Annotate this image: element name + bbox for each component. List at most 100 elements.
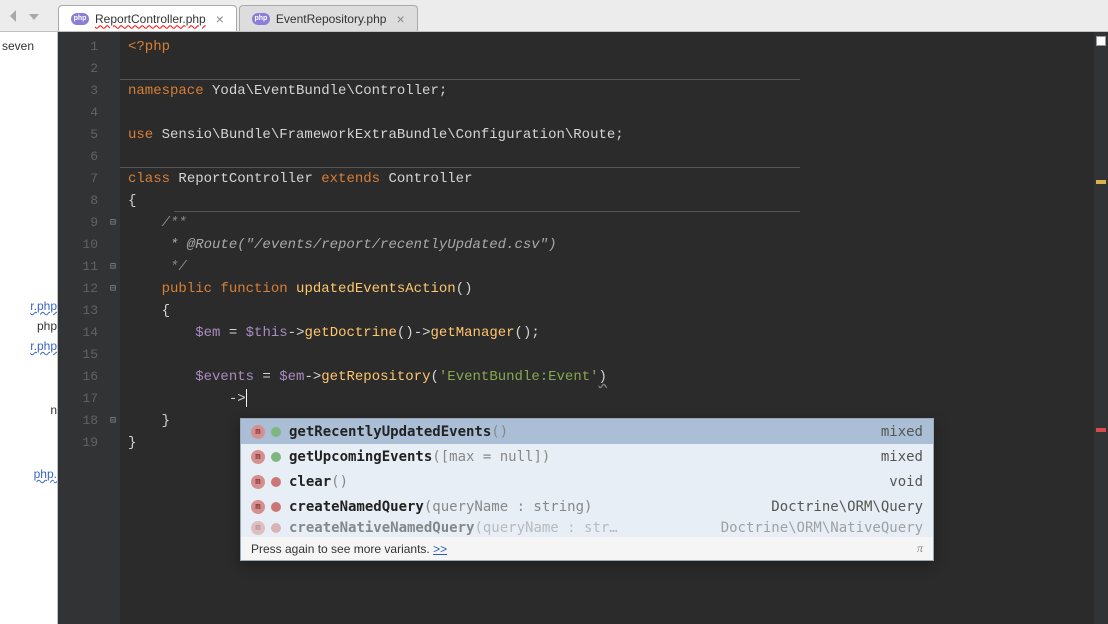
fold-column: ⊟ ⊟ ⊟ ⊟ [106, 32, 120, 624]
more-variants-link[interactable]: >> [433, 542, 447, 556]
method-icon: m [251, 475, 265, 489]
autocomplete-popup: m getRecentlyUpdatedEvents() mixed m get… [240, 418, 934, 561]
fold-end-icon[interactable]: ⊟ [106, 410, 120, 432]
completion-name: createNativeNamedQuery [289, 520, 474, 536]
tab-label: ReportController.php [95, 12, 206, 26]
visibility-icon [271, 452, 281, 462]
code-token: = [254, 369, 279, 385]
line-number: 7 [58, 168, 98, 190]
code-token: updatedEventsAction [296, 281, 456, 297]
code-token: () [456, 281, 473, 297]
arrow-left-icon[interactable] [6, 8, 22, 24]
completion-params: (queryName : string) [424, 499, 593, 515]
code-token: getRepository [321, 369, 430, 385]
code-token [128, 391, 229, 407]
code-token: } [128, 413, 170, 429]
completion-params: () [331, 474, 348, 490]
inspection-indicator[interactable] [1096, 36, 1106, 46]
line-number: 14 [58, 322, 98, 344]
code-token: getManager [431, 325, 515, 341]
code-token: namespace [128, 83, 212, 99]
code-token: ) [599, 369, 607, 385]
close-icon[interactable]: × [216, 11, 224, 27]
fold-end-icon[interactable]: ⊟ [106, 256, 120, 278]
code-token: Yoda\EventBundle\Controller [212, 83, 439, 99]
completion-params: (queryName : str… [474, 520, 617, 536]
pi-icon[interactable]: π [917, 541, 923, 556]
code-token [128, 369, 195, 385]
line-number: 6 [58, 146, 98, 168]
fold-icon[interactable]: ⊟ [106, 212, 120, 234]
method-icon: m [251, 500, 265, 514]
code-token: <?php [128, 39, 170, 55]
sidebar-item[interactable]: n [0, 400, 57, 420]
autocomplete-item[interactable]: m getRecentlyUpdatedEvents() mixed [241, 419, 933, 444]
php-file-icon: php [71, 13, 89, 25]
visibility-icon [271, 502, 281, 512]
line-number: 15 [58, 344, 98, 366]
method-icon: m [251, 521, 265, 535]
code-token: use [128, 127, 162, 143]
line-number: 3 [58, 80, 98, 102]
line-number: 8 [58, 190, 98, 212]
sidebar-item[interactable]: php [0, 316, 57, 336]
sidebar-item[interactable]: r.php [0, 336, 57, 356]
completion-name: getRecentlyUpdatedEvents [289, 424, 491, 440]
code-token: -> [304, 369, 321, 385]
autocomplete-item[interactable]: m createNativeNamedQuery(queryName : str… [241, 519, 933, 537]
sidebar-item[interactable]: r.php [0, 296, 57, 316]
code-token: { [128, 303, 170, 319]
line-number: 11 [58, 256, 98, 278]
line-number: 2 [58, 58, 98, 80]
project-sidebar: seven r.php php r.php n .php [0, 32, 58, 624]
tab-event-repository[interactable]: php EventRepository.php × [239, 5, 418, 31]
line-number: 13 [58, 300, 98, 322]
visibility-icon [271, 477, 281, 487]
visibility-icon [271, 523, 281, 533]
fold-icon[interactable]: ⊟ [106, 278, 120, 300]
code-token: $events [195, 369, 254, 385]
tab-container: php ReportController.php × php EventRepo… [58, 0, 420, 31]
code-token: -> [414, 325, 431, 341]
autocomplete-footer: Press again to see more variants. >> π [241, 537, 933, 560]
method-icon: m [251, 450, 265, 464]
code-token: class [128, 171, 178, 187]
code-token: 'EventBundle:Event' [439, 369, 599, 385]
autocomplete-item[interactable]: m getUpcomingEvents([max = null]) mixed [241, 444, 933, 469]
tab-report-controller[interactable]: php ReportController.php × [58, 5, 237, 31]
code-token: -> [288, 325, 305, 341]
line-number: 12 [58, 278, 98, 300]
method-icon: m [251, 425, 265, 439]
completion-type: Doctrine\ORM\NativeQuery [721, 520, 923, 536]
text-caret [246, 389, 247, 407]
error-marker[interactable] [1096, 428, 1106, 432]
dropdown-icon[interactable] [26, 8, 42, 24]
close-icon[interactable]: × [396, 11, 404, 27]
completion-name: clear [289, 474, 331, 490]
autocomplete-item[interactable]: m clear() void [241, 469, 933, 494]
visibility-icon [271, 427, 281, 437]
line-number: 4 [58, 102, 98, 124]
toolbar-icons [0, 8, 58, 24]
code-token: public [128, 281, 220, 297]
code-token: ; [439, 83, 447, 99]
code-token: = [220, 325, 245, 341]
code-token: () [397, 325, 414, 341]
code-token: Sensio\Bundle\FrameworkExtraBundle\Confi… [162, 127, 616, 143]
code-token: -> [229, 391, 246, 407]
error-stripe [1094, 32, 1108, 624]
line-number: 16 [58, 366, 98, 388]
code-token: $em [195, 325, 220, 341]
line-number: 10 [58, 234, 98, 256]
code-token: $this [246, 325, 288, 341]
gutter: 1 2 3 4 5 6 7 8 9 10 11 12 13 14 15 16 1… [58, 32, 106, 624]
sidebar-item[interactable]: .php [0, 464, 57, 484]
code-token: Controller [388, 171, 472, 187]
footer-text: Press again to see more variants. [251, 542, 430, 556]
line-number: 5 [58, 124, 98, 146]
code-token: */ [128, 259, 187, 275]
autocomplete-item[interactable]: m createNamedQuery(queryName : string) D… [241, 494, 933, 519]
warning-marker[interactable] [1096, 180, 1106, 184]
line-number: 1 [58, 36, 98, 58]
code-token: function [220, 281, 296, 297]
